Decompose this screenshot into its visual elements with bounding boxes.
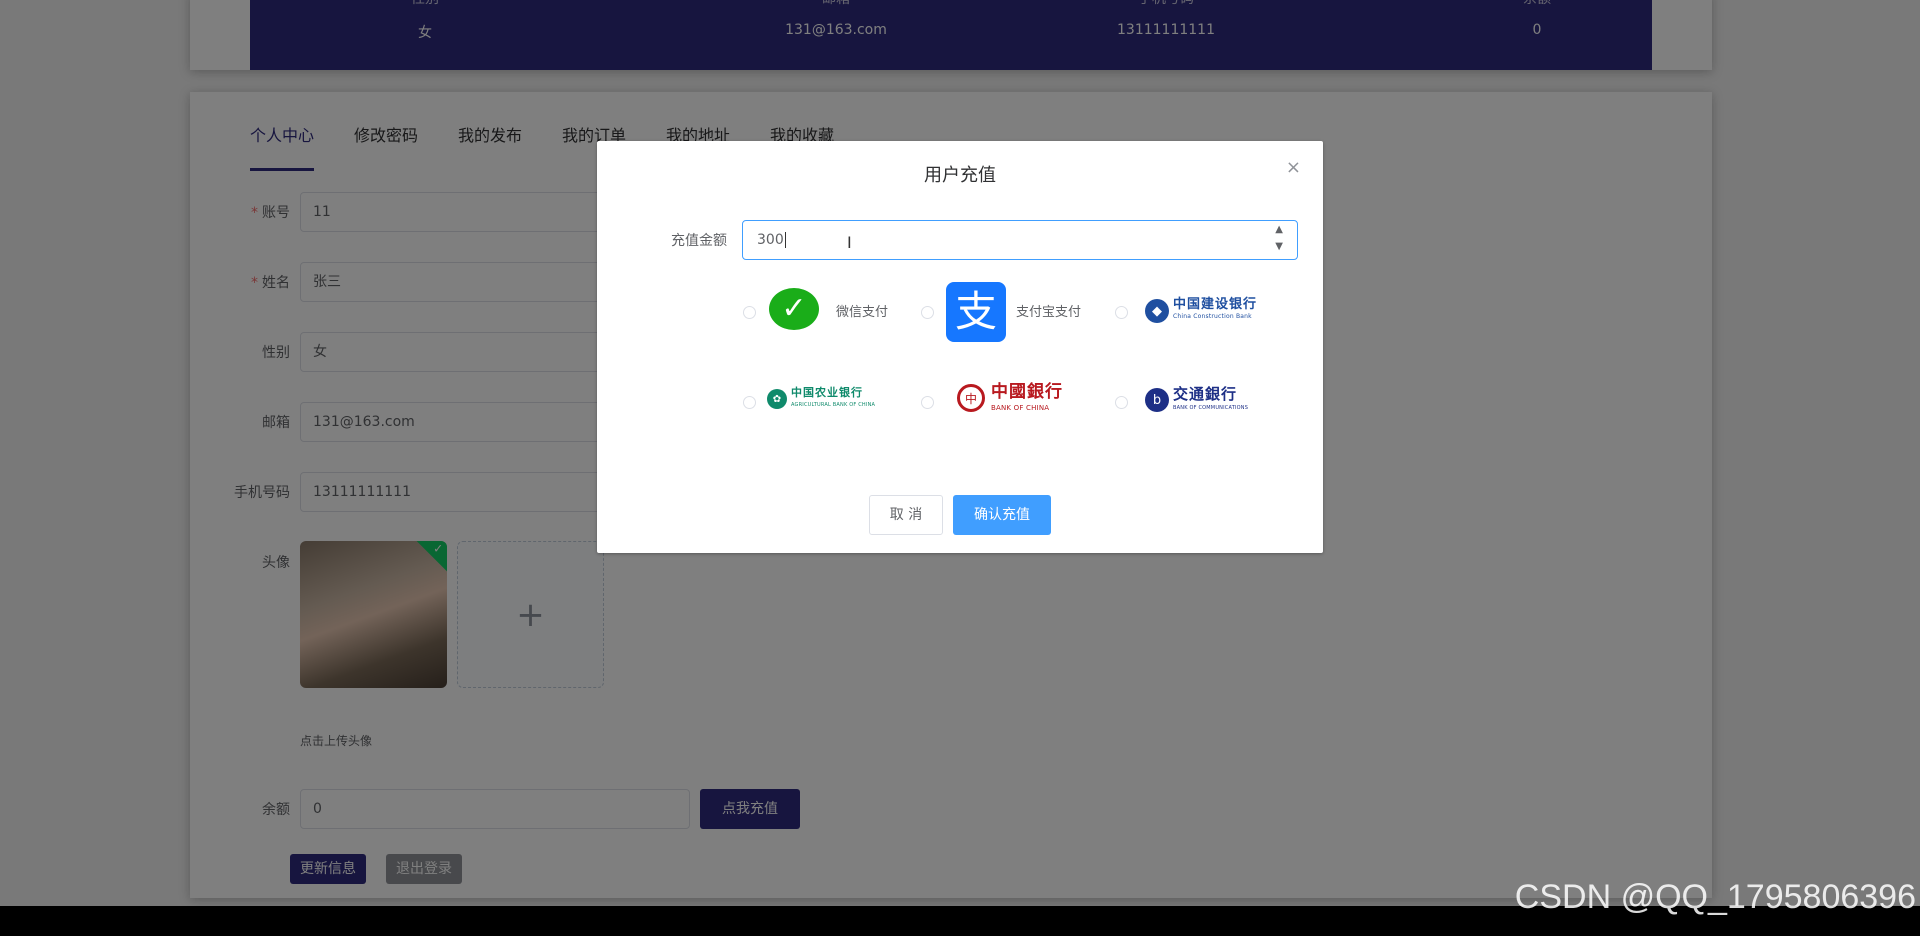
boc-emblem-icon: 中 [957, 384, 985, 412]
decrease-icon[interactable]: ▼ [1275, 242, 1283, 252]
radio-wechat[interactable] [743, 306, 756, 319]
watermark: CSDN @QQ_1795806396 [1514, 878, 1916, 916]
radio-ccb[interactable] [1115, 306, 1128, 319]
ccb-logo: ◆ 中国建设银行 China Construction Bank [1145, 298, 1257, 323]
abc-logo: ✿ 中国农业银行 AGRICULTURAL BANK OF CHINA [767, 387, 875, 411]
radio-bocom[interactable] [1115, 396, 1128, 409]
confirm-recharge-button[interactable]: 确认充值 [953, 495, 1051, 535]
dialog-title: 用户充值 [924, 165, 996, 186]
boc-logo: 中 中國銀行 BANK OF CHINA [957, 382, 1063, 414]
amount-label: 充值金额 [671, 233, 727, 249]
abc-emblem-icon: ✿ [767, 389, 787, 409]
alipay-icon: 支 [946, 282, 1006, 342]
radio-boc[interactable] [921, 396, 934, 409]
ccb-emblem-icon: ◆ [1145, 299, 1169, 323]
close-icon[interactable]: × [1286, 157, 1301, 178]
radio-abc[interactable] [743, 396, 756, 409]
bocom-emblem-icon: b [1145, 388, 1169, 412]
text-caret [784, 232, 786, 248]
increase-icon[interactable]: ▲ [1275, 225, 1283, 235]
recharge-dialog: 用户充值 × 充值金额 300 ▲ ▼ I ✓ 微信支付 支 支付宝支付 ◆ 中… [597, 141, 1323, 553]
amount-input[interactable]: 300 ▲ ▼ [742, 220, 1298, 260]
alipay-label: 支付宝支付 [1016, 305, 1082, 320]
wechat-pay-label: 微信支付 [836, 305, 889, 320]
bocom-logo: b 交通銀行 BANK OF COMMUNICATIONS [1145, 386, 1248, 414]
wechat-pay-icon: ✓ [769, 288, 819, 330]
amount-value: 300 [757, 232, 784, 248]
cancel-button[interactable]: 取 消 [869, 495, 943, 535]
mouse-cursor-icon: I [847, 233, 852, 252]
radio-alipay[interactable] [921, 306, 934, 319]
